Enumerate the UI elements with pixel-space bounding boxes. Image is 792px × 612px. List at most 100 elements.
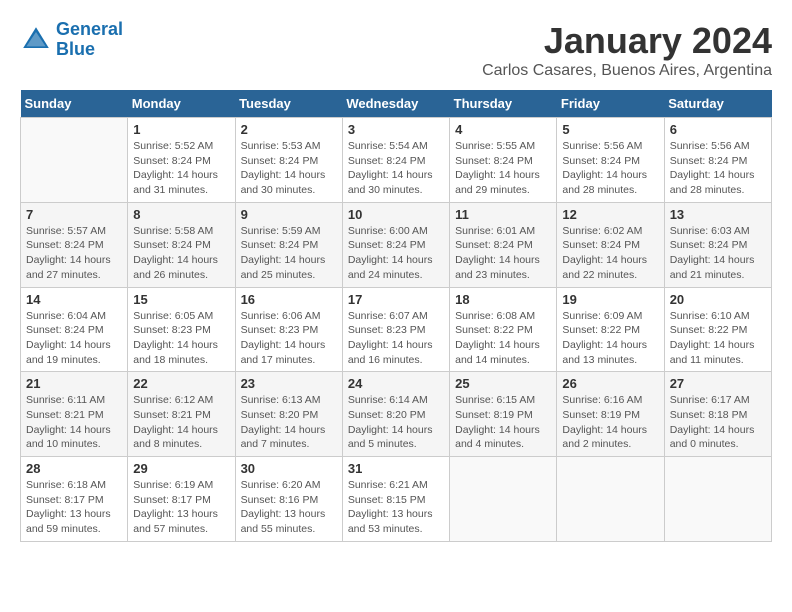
day-number: 20 bbox=[670, 292, 766, 307]
calendar-cell: 17 Sunrise: 6:07 AMSunset: 8:23 PMDayligh… bbox=[342, 287, 449, 372]
day-info: Sunrise: 6:12 AMSunset: 8:21 PMDaylight:… bbox=[133, 393, 229, 452]
day-info: Sunrise: 5:52 AMSunset: 8:24 PMDaylight:… bbox=[133, 139, 229, 198]
calendar-cell bbox=[557, 457, 664, 542]
day-info: Sunrise: 6:08 AMSunset: 8:22 PMDaylight:… bbox=[455, 309, 551, 368]
logo-icon bbox=[20, 24, 52, 56]
calendar-cell: 8 Sunrise: 5:58 AMSunset: 8:24 PMDaylight… bbox=[128, 202, 235, 287]
calendar-cell: 11Sunrise: 6:01 AMSunset: 8:24 PMDayligh… bbox=[450, 202, 557, 287]
calendar-body: 1Sunrise: 5:52 AMSunset: 8:24 PMDaylight… bbox=[21, 118, 772, 542]
calendar-cell: 31 Sunrise: 6:21 AMSunset: 8:15 PMDayligh… bbox=[342, 457, 449, 542]
day-number: 14 bbox=[26, 292, 122, 307]
day-info: Sunrise: 6:07 AMSunset: 8:23 PMDaylight:… bbox=[348, 309, 444, 368]
calendar-cell: 14 Sunrise: 6:04 AMSunset: 8:24 PMDayligh… bbox=[21, 287, 128, 372]
day-info: Sunrise: 6:03 AMSunset: 8:24 PMDaylight:… bbox=[670, 224, 766, 283]
day-header-monday: Monday bbox=[128, 90, 235, 118]
day-info: Sunrise: 6:02 AMSunset: 8:24 PMDaylight:… bbox=[562, 224, 658, 283]
day-info: Sunrise: 5:53 AMSunset: 8:24 PMDaylight:… bbox=[241, 139, 337, 198]
day-number: 31 bbox=[348, 461, 444, 476]
calendar-cell: 18 Sunrise: 6:08 AMSunset: 8:22 PMDayligh… bbox=[450, 287, 557, 372]
calendar-cell: 2 Sunrise: 5:53 AMSunset: 8:24 PMDaylight… bbox=[235, 118, 342, 203]
day-info: Sunrise: 6:09 AMSunset: 8:22 PMDaylight:… bbox=[562, 309, 658, 368]
day-number: 30 bbox=[241, 461, 337, 476]
day-number: 28 bbox=[26, 461, 122, 476]
calendar-cell: 25 Sunrise: 6:15 AMSunset: 8:19 PMDayligh… bbox=[450, 372, 557, 457]
logo-text: General Blue bbox=[56, 20, 123, 60]
day-number: 9 bbox=[241, 207, 337, 222]
page-header: General Blue January 2024 Carlos Casares… bbox=[20, 20, 772, 80]
day-info: Sunrise: 6:13 AMSunset: 8:20 PMDaylight:… bbox=[241, 393, 337, 452]
day-info: Sunrise: 6:04 AMSunset: 8:24 PMDaylight:… bbox=[26, 309, 122, 368]
day-number: 18 bbox=[455, 292, 551, 307]
day-number: 15 bbox=[133, 292, 229, 307]
calendar-cell: 22 Sunrise: 6:12 AMSunset: 8:21 PMDayligh… bbox=[128, 372, 235, 457]
day-number: 25 bbox=[455, 376, 551, 391]
day-number: 7 bbox=[26, 207, 122, 222]
calendar-cell: 10Sunrise: 6:00 AMSunset: 8:24 PMDayligh… bbox=[342, 202, 449, 287]
calendar-cell: 16Sunrise: 6:06 AMSunset: 8:23 PMDayligh… bbox=[235, 287, 342, 372]
logo: General Blue bbox=[20, 20, 123, 60]
month-title: January 2024 bbox=[482, 20, 772, 62]
day-number: 26 bbox=[562, 376, 658, 391]
day-header-wednesday: Wednesday bbox=[342, 90, 449, 118]
location-subtitle: Carlos Casares, Buenos Aires, Argentina bbox=[482, 62, 772, 80]
calendar-cell bbox=[664, 457, 771, 542]
calendar-cell: 28 Sunrise: 6:18 AMSunset: 8:17 PMDayligh… bbox=[21, 457, 128, 542]
calendar-cell: 3 Sunrise: 5:54 AMSunset: 8:24 PMDaylight… bbox=[342, 118, 449, 203]
day-info: Sunrise: 5:57 AMSunset: 8:24 PMDaylight:… bbox=[26, 224, 122, 283]
calendar-cell: 21 Sunrise: 6:11 AMSunset: 8:21 PMDayligh… bbox=[21, 372, 128, 457]
calendar-week-row: 21 Sunrise: 6:11 AMSunset: 8:21 PMDayligh… bbox=[21, 372, 772, 457]
day-number: 5 bbox=[562, 122, 658, 137]
day-number: 2 bbox=[241, 122, 337, 137]
day-info: Sunrise: 5:56 AMSunset: 8:24 PMDaylight:… bbox=[670, 139, 766, 198]
day-info: Sunrise: 6:10 AMSunset: 8:22 PMDaylight:… bbox=[670, 309, 766, 368]
day-header-saturday: Saturday bbox=[664, 90, 771, 118]
calendar-cell: 30 Sunrise: 6:20 AMSunset: 8:16 PMDayligh… bbox=[235, 457, 342, 542]
day-info: Sunrise: 6:21 AMSunset: 8:15 PMDaylight:… bbox=[348, 478, 444, 537]
day-header-friday: Friday bbox=[557, 90, 664, 118]
day-info: Sunrise: 6:15 AMSunset: 8:19 PMDaylight:… bbox=[455, 393, 551, 452]
day-info: Sunrise: 5:59 AMSunset: 8:24 PMDaylight:… bbox=[241, 224, 337, 283]
calendar-cell: 29 Sunrise: 6:19 AMSunset: 8:17 PMDayligh… bbox=[128, 457, 235, 542]
calendar-cell: 13Sunrise: 6:03 AMSunset: 8:24 PMDayligh… bbox=[664, 202, 771, 287]
calendar-cell bbox=[450, 457, 557, 542]
day-info: Sunrise: 5:54 AMSunset: 8:24 PMDaylight:… bbox=[348, 139, 444, 198]
calendar-cell bbox=[21, 118, 128, 203]
day-number: 16 bbox=[241, 292, 337, 307]
calendar-cell: 1Sunrise: 5:52 AMSunset: 8:24 PMDaylight… bbox=[128, 118, 235, 203]
day-info: Sunrise: 5:56 AMSunset: 8:24 PMDaylight:… bbox=[562, 139, 658, 198]
day-number: 11 bbox=[455, 207, 551, 222]
calendar-week-row: 1Sunrise: 5:52 AMSunset: 8:24 PMDaylight… bbox=[21, 118, 772, 203]
title-block: January 2024 Carlos Casares, Buenos Aire… bbox=[482, 20, 772, 80]
day-info: Sunrise: 5:58 AMSunset: 8:24 PMDaylight:… bbox=[133, 224, 229, 283]
day-header-sunday: Sunday bbox=[21, 90, 128, 118]
calendar-header-row: SundayMondayTuesdayWednesdayThursdayFrid… bbox=[21, 90, 772, 118]
day-info: Sunrise: 6:20 AMSunset: 8:16 PMDaylight:… bbox=[241, 478, 337, 537]
day-number: 27 bbox=[670, 376, 766, 391]
calendar-cell: 27Sunrise: 6:17 AMSunset: 8:18 PMDayligh… bbox=[664, 372, 771, 457]
day-number: 29 bbox=[133, 461, 229, 476]
day-info: Sunrise: 5:55 AMSunset: 8:24 PMDaylight:… bbox=[455, 139, 551, 198]
day-number: 24 bbox=[348, 376, 444, 391]
day-number: 17 bbox=[348, 292, 444, 307]
calendar-cell: 26 Sunrise: 6:16 AMSunset: 8:19 PMDayligh… bbox=[557, 372, 664, 457]
calendar-cell: 9 Sunrise: 5:59 AMSunset: 8:24 PMDaylight… bbox=[235, 202, 342, 287]
day-info: Sunrise: 6:11 AMSunset: 8:21 PMDaylight:… bbox=[26, 393, 122, 452]
calendar-cell: 15Sunrise: 6:05 AMSunset: 8:23 PMDayligh… bbox=[128, 287, 235, 372]
calendar-table: SundayMondayTuesdayWednesdayThursdayFrid… bbox=[20, 90, 772, 542]
calendar-cell: 20 Sunrise: 6:10 AMSunset: 8:22 PMDayligh… bbox=[664, 287, 771, 372]
day-number: 23 bbox=[241, 376, 337, 391]
day-number: 19 bbox=[562, 292, 658, 307]
calendar-cell: 24Sunrise: 6:14 AMSunset: 8:20 PMDayligh… bbox=[342, 372, 449, 457]
day-number: 22 bbox=[133, 376, 229, 391]
day-number: 3 bbox=[348, 122, 444, 137]
day-info: Sunrise: 6:16 AMSunset: 8:19 PMDaylight:… bbox=[562, 393, 658, 452]
calendar-week-row: 28 Sunrise: 6:18 AMSunset: 8:17 PMDayligh… bbox=[21, 457, 772, 542]
day-info: Sunrise: 6:00 AMSunset: 8:24 PMDaylight:… bbox=[348, 224, 444, 283]
calendar-cell: 19 Sunrise: 6:09 AMSunset: 8:22 PMDayligh… bbox=[557, 287, 664, 372]
calendar-cell: 23 Sunrise: 6:13 AMSunset: 8:20 PMDayligh… bbox=[235, 372, 342, 457]
day-info: Sunrise: 6:19 AMSunset: 8:17 PMDaylight:… bbox=[133, 478, 229, 537]
day-number: 21 bbox=[26, 376, 122, 391]
day-number: 12 bbox=[562, 207, 658, 222]
day-info: Sunrise: 6:18 AMSunset: 8:17 PMDaylight:… bbox=[26, 478, 122, 537]
day-number: 8 bbox=[133, 207, 229, 222]
